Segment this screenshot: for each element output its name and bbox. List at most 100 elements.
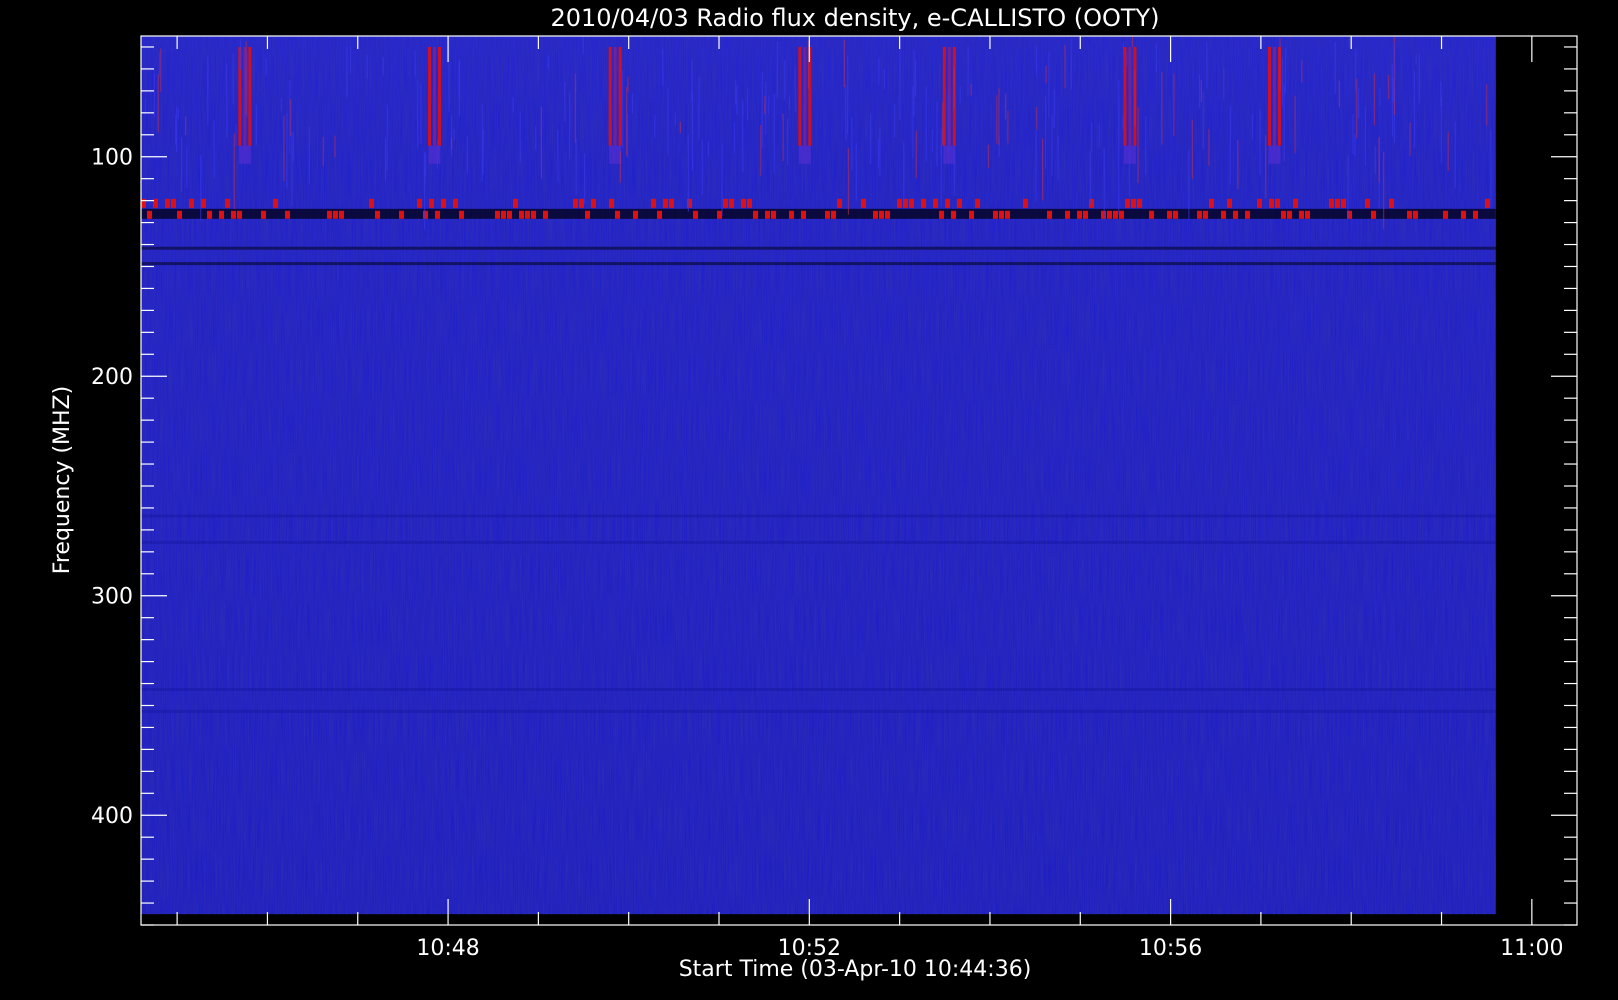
noise-streak bbox=[631, 93, 634, 114]
noise-streak bbox=[1383, 151, 1385, 229]
interference-block bbox=[225, 198, 230, 208]
noise-streak bbox=[967, 45, 969, 96]
y-axis-label: Frequency (MHZ) bbox=[50, 386, 75, 574]
band-line bbox=[141, 709, 1496, 713]
noise-streak bbox=[436, 139, 439, 170]
interference-block bbox=[1305, 210, 1310, 219]
noise-streak bbox=[915, 130, 917, 179]
noise-streak bbox=[843, 39, 845, 88]
noise-streak bbox=[417, 80, 419, 148]
noise-streak bbox=[1364, 106, 1366, 166]
burst-group bbox=[428, 46, 442, 164]
interference-block bbox=[1005, 210, 1010, 219]
interference-block bbox=[615, 210, 620, 219]
noise-streak bbox=[286, 112, 288, 189]
noise-streak bbox=[619, 151, 621, 183]
noise-streak bbox=[1118, 80, 1120, 137]
noise-streak bbox=[1373, 73, 1375, 126]
noise-streak bbox=[1155, 43, 1158, 73]
noise-streak bbox=[289, 80, 291, 154]
interference-block bbox=[1023, 198, 1028, 208]
noise-streak bbox=[414, 50, 416, 77]
noise-streak bbox=[575, 138, 577, 196]
interference-block bbox=[687, 198, 692, 208]
noise-streak bbox=[621, 70, 624, 149]
noise-streak bbox=[662, 49, 664, 86]
noise-streak bbox=[160, 48, 162, 92]
noise-streak bbox=[481, 103, 483, 182]
x-tick-label: 10:56 bbox=[1139, 936, 1202, 961]
noise-streak bbox=[1126, 52, 1128, 66]
interference-block bbox=[993, 210, 998, 219]
noise-streak bbox=[782, 113, 784, 162]
interference-block bbox=[375, 210, 380, 219]
noise-streak bbox=[914, 60, 917, 97]
noise-streak bbox=[851, 116, 853, 171]
chart-title: 2010/04/03 Radio flux density, e-CALLIST… bbox=[550, 4, 1159, 32]
noise-streak bbox=[458, 62, 460, 98]
interference-block bbox=[1203, 210, 1208, 219]
interference-block bbox=[861, 198, 866, 208]
interference-block bbox=[591, 198, 596, 208]
noise-streak bbox=[1440, 97, 1443, 164]
noise-streak bbox=[1388, 75, 1390, 99]
burst-tail bbox=[609, 145, 622, 164]
noise-streak bbox=[185, 116, 187, 135]
noise-streak bbox=[878, 57, 880, 85]
burst-stripe bbox=[618, 46, 622, 146]
interference-block bbox=[501, 210, 506, 219]
burst-stripe bbox=[803, 46, 807, 146]
noise-streak bbox=[283, 115, 285, 182]
noise-streak bbox=[1129, 150, 1131, 197]
noise-streak bbox=[1334, 41, 1336, 95]
noise-streak bbox=[760, 124, 762, 176]
interference-block bbox=[1065, 210, 1070, 219]
noise-streak bbox=[177, 108, 179, 120]
noise-streak bbox=[1103, 148, 1105, 222]
interference-block bbox=[753, 210, 758, 219]
noise-streak bbox=[420, 83, 422, 144]
interference-block bbox=[417, 198, 422, 208]
interference-block bbox=[1473, 210, 1478, 219]
noise-streak bbox=[1355, 49, 1357, 92]
noise-streak bbox=[742, 100, 744, 173]
burst-stripe bbox=[1123, 46, 1127, 146]
interference-block bbox=[1341, 198, 1346, 208]
interference-block bbox=[741, 198, 746, 208]
interference-block bbox=[1077, 210, 1082, 219]
noise-streak bbox=[349, 46, 352, 74]
noise-streak bbox=[1137, 107, 1139, 184]
noise-streak bbox=[1347, 155, 1349, 220]
noise-streak bbox=[1354, 134, 1356, 157]
interference-block bbox=[573, 198, 578, 208]
noise-streak bbox=[1378, 137, 1380, 182]
interference-block bbox=[1245, 210, 1250, 219]
burst-stripe bbox=[428, 46, 432, 146]
spectrogram-figure: 2010/04/03 Radio flux density, e-CALLIST… bbox=[50, 4, 1578, 982]
x-tick-label: 11:00 bbox=[1500, 936, 1563, 961]
dark-line bbox=[141, 262, 1496, 266]
noise-streak bbox=[773, 93, 775, 173]
noise-streak bbox=[1259, 109, 1261, 175]
interference-block bbox=[285, 210, 290, 219]
interference-block bbox=[165, 198, 170, 208]
noise-streak bbox=[1413, 70, 1416, 149]
burst-stripe bbox=[1128, 46, 1132, 146]
noise-streak bbox=[292, 131, 294, 162]
burst-stripe bbox=[613, 46, 617, 146]
interference-block bbox=[1275, 198, 1280, 208]
noise-streak bbox=[1173, 74, 1175, 136]
interference-block bbox=[633, 210, 638, 219]
noise-streak bbox=[1202, 92, 1204, 149]
noise-streak bbox=[1122, 115, 1124, 130]
noise-streak bbox=[626, 86, 628, 156]
noise-streak bbox=[1279, 38, 1281, 91]
interference-block bbox=[171, 198, 176, 208]
noise-streak bbox=[855, 142, 857, 201]
noise-streak bbox=[1005, 93, 1007, 120]
interference-block bbox=[1083, 210, 1088, 219]
burst-stripe bbox=[248, 46, 252, 146]
interference-block bbox=[921, 198, 926, 208]
interference-block bbox=[945, 198, 950, 208]
interference-block bbox=[1293, 198, 1298, 208]
